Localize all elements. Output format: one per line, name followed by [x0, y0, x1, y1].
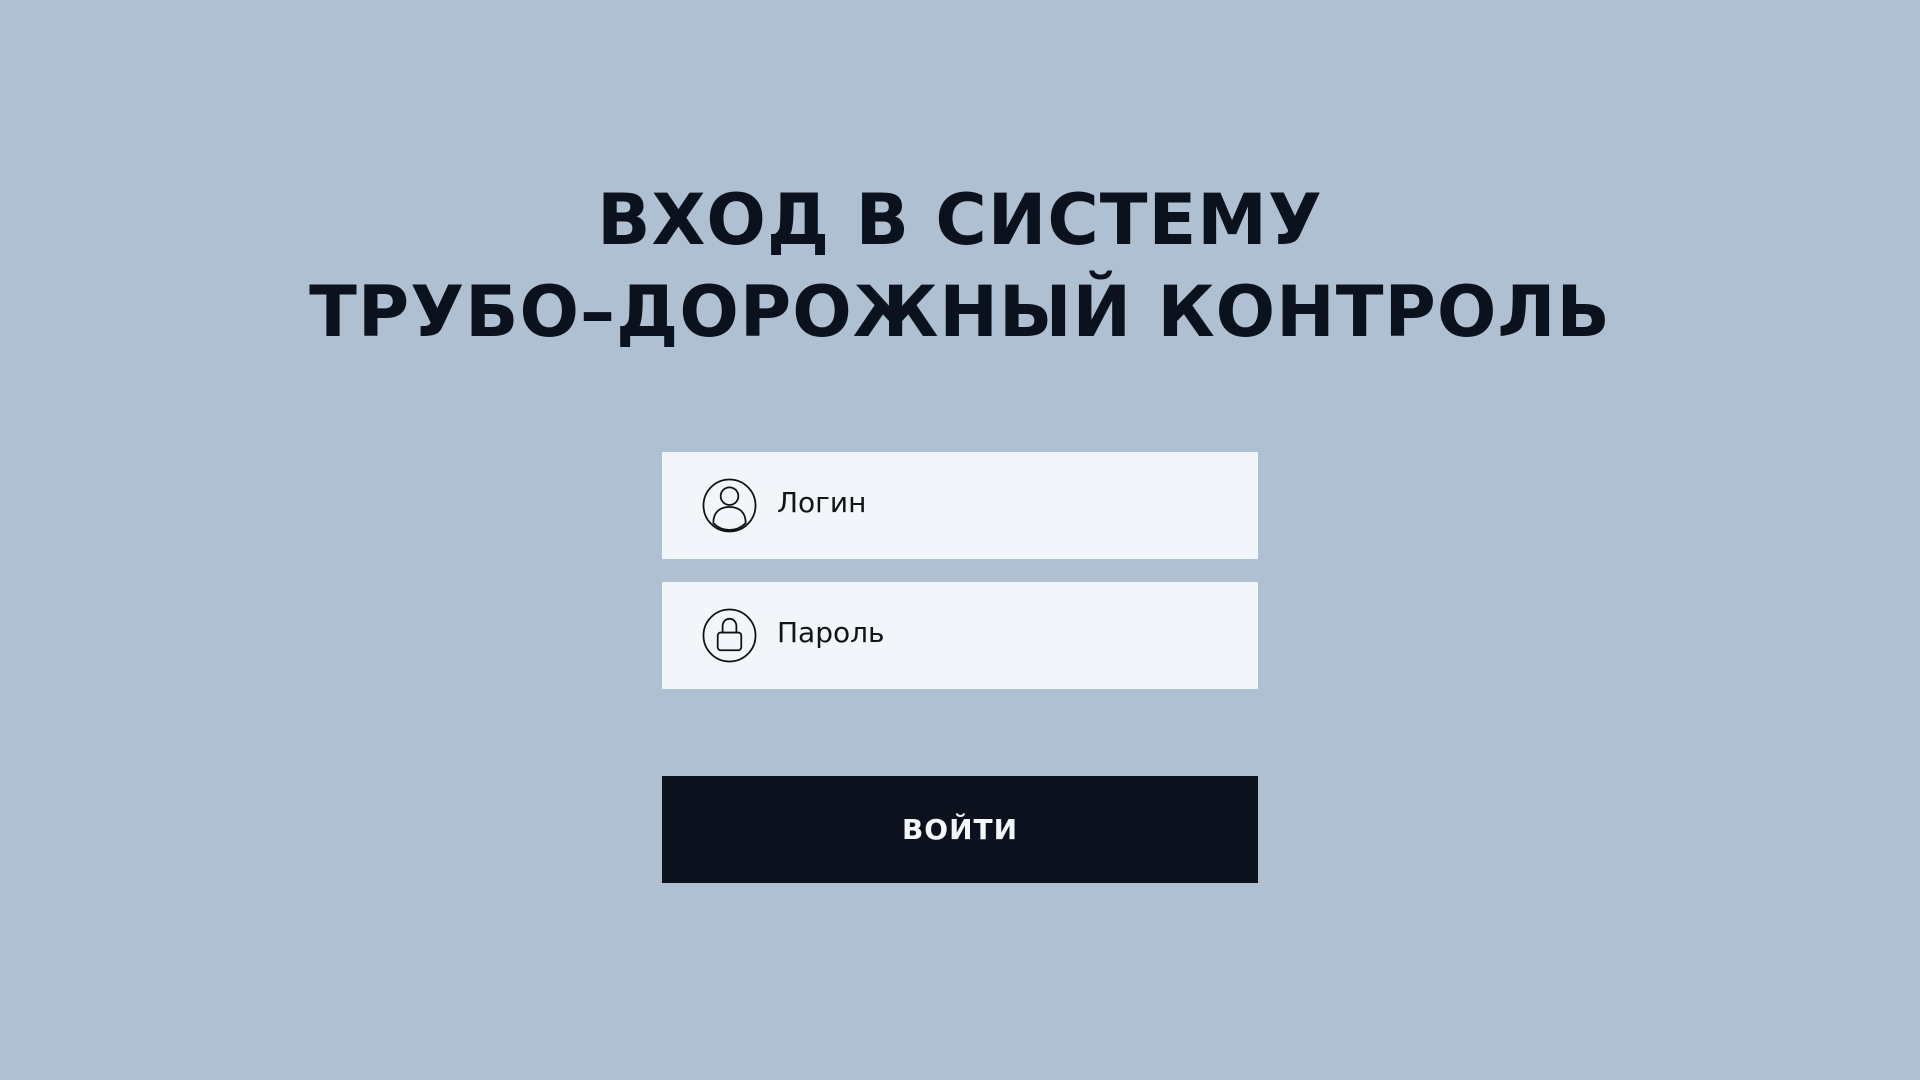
page-title-line-1: ВХОД В СИСТЕМУ — [597, 179, 1323, 261]
page-title: ВХОД В СИСТЕМУ ТРУБО–ДОРОЖНЫЙ КОНТРОЛЬ — [0, 174, 1920, 358]
user-icon — [702, 478, 757, 533]
login-button[interactable]: ВОЙТИ — [662, 776, 1258, 883]
login-page: ВХОД В СИСТЕМУ ТРУБО–ДОРОЖНЫЙ КОНТРОЛЬ В… — [0, 0, 1920, 1080]
login-input[interactable] — [777, 452, 1237, 559]
login-field[interactable] — [662, 452, 1258, 559]
lock-icon — [702, 608, 757, 663]
password-input[interactable] — [777, 582, 1237, 689]
password-field[interactable] — [662, 582, 1258, 689]
page-title-line-2: ТРУБО–ДОРОЖНЫЙ КОНТРОЛЬ — [309, 271, 1611, 353]
